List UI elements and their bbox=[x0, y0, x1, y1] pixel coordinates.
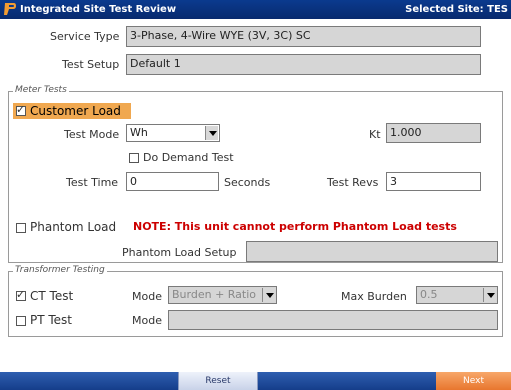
seconds-label: Seconds bbox=[224, 176, 271, 189]
window-title: Integrated Site Test Review bbox=[20, 4, 177, 15]
pt-test-checkbox[interactable] bbox=[16, 316, 26, 326]
phantom-load-checkbox[interactable] bbox=[16, 223, 26, 233]
service-type-label: Service Type bbox=[50, 30, 120, 43]
kt-label: Kt bbox=[369, 128, 381, 141]
test-time-input[interactable]: 0 bbox=[126, 172, 219, 191]
test-mode-select[interactable]: Wh bbox=[126, 124, 220, 142]
transformer-testing-title: Transformer Testing bbox=[13, 265, 107, 275]
pt-test-label: PT Test bbox=[30, 313, 73, 327]
pt-mode-field bbox=[168, 310, 498, 330]
test-revs-label: Test Revs bbox=[327, 176, 379, 189]
reset-button[interactable]: Reset bbox=[178, 372, 258, 390]
kt-field: 1.000 bbox=[386, 123, 481, 143]
customer-load-label: Customer Load bbox=[30, 104, 121, 118]
pt-mode-label: Mode bbox=[132, 314, 162, 327]
ct-mode-value: Burden + Ratio bbox=[172, 288, 257, 301]
test-time-label: Test Time bbox=[66, 176, 119, 189]
customer-load-checkbox[interactable] bbox=[16, 103, 26, 116]
test-setup-label: Test Setup bbox=[62, 58, 120, 71]
test-mode-value: Wh bbox=[130, 126, 148, 139]
test-setup-field: Default 1 bbox=[126, 54, 481, 75]
phantom-setup-field bbox=[246, 241, 498, 262]
test-revs-input[interactable]: 3 bbox=[386, 172, 481, 191]
meter-tests-title: Meter Tests bbox=[13, 85, 69, 95]
service-type-field: 3-Phase, 4-Wire WYE (3V, 3C) SC bbox=[126, 26, 481, 47]
demand-test-checkbox[interactable] bbox=[129, 153, 139, 163]
ct-test-label: CT Test bbox=[30, 289, 74, 303]
title-bar: Integrated Site Test Review Selected Sit… bbox=[0, 0, 511, 19]
app-logo-icon bbox=[4, 3, 16, 15]
phantom-load-label: Phantom Load bbox=[30, 220, 117, 234]
bottom-toolbar: Reset Next bbox=[0, 372, 511, 390]
next-button[interactable]: Next bbox=[436, 372, 511, 390]
phantom-load-note: NOTE: This unit cannot perform Phantom L… bbox=[133, 220, 457, 233]
test-review-window: Integrated Site Test Review Selected Sit… bbox=[0, 0, 511, 390]
demand-test-label: Do Demand Test bbox=[143, 151, 234, 164]
chevron-down-icon bbox=[205, 126, 218, 140]
chevron-down-icon bbox=[262, 288, 275, 302]
test-mode-label: Test Mode bbox=[64, 128, 120, 141]
chevron-down-icon bbox=[483, 288, 496, 302]
max-burden-select[interactable]: 0.5 bbox=[416, 286, 498, 304]
phantom-setup-label: Phantom Load Setup bbox=[122, 246, 237, 259]
ct-mode-select[interactable]: Burden + Ratio bbox=[168, 286, 277, 304]
max-burden-value: 0.5 bbox=[420, 288, 438, 301]
ct-mode-label: Mode bbox=[132, 290, 162, 303]
ct-test-checkbox[interactable] bbox=[16, 288, 26, 301]
max-burden-label: Max Burden bbox=[341, 290, 407, 303]
selected-site: Selected Site: TES bbox=[405, 4, 508, 15]
